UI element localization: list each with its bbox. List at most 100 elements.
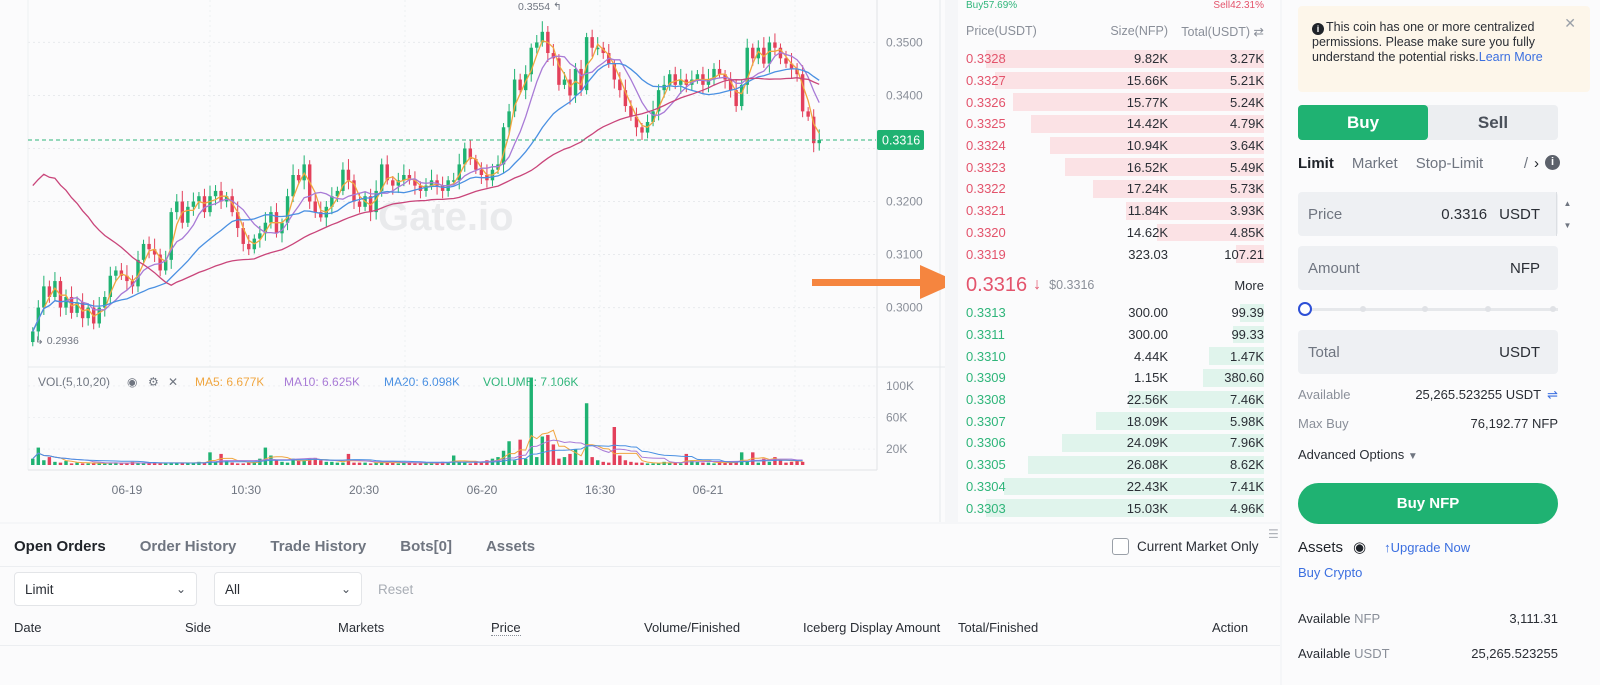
volume-bar: [64, 461, 68, 465]
ask-total: 5.24K: [1230, 94, 1264, 110]
eye-icon[interactable]: ◉: [1353, 538, 1366, 556]
side-value: All: [225, 581, 241, 597]
ask-row[interactable]: 0.3322 17.24K 5.73K: [958, 178, 1264, 200]
amount-field[interactable]: Amount NFP: [1298, 246, 1558, 290]
ask-price: 0.3328: [966, 51, 1006, 67]
increment-icon[interactable]: ▲: [1557, 192, 1578, 214]
order-type-select[interactable]: Limit ⌄: [14, 572, 197, 606]
col-total-finished: Total/Finished: [958, 620, 1039, 635]
volume-bar: [335, 462, 340, 465]
ask-row[interactable]: 0.3326 15.77K 5.24K: [958, 91, 1264, 113]
bid-row[interactable]: 0.3307 18.09K 5.98K: [958, 410, 1264, 432]
asset-label: Available: [1298, 611, 1351, 626]
volume-bar: [584, 403, 589, 465]
side-select[interactable]: All ⌄: [214, 572, 362, 606]
tab-bots[interactable]: Bots[0]: [400, 538, 452, 555]
candle-body: [296, 175, 301, 181]
bid-row[interactable]: 0.3311 300.00 99.33: [958, 324, 1264, 346]
bid-row[interactable]: 0.3309 1.15K 380.60: [958, 367, 1264, 389]
info-icon[interactable]: i: [1545, 155, 1560, 170]
buy-nfp-button[interactable]: Buy NFP: [1298, 483, 1558, 524]
chevron-right-icon[interactable]: ›: [1534, 155, 1539, 172]
slider-stop-100[interactable]: [1550, 306, 1556, 312]
tab-trade-history[interactable]: Trade History: [270, 538, 366, 555]
ask-row[interactable]: 0.3323 16.52K 5.49K: [958, 156, 1264, 178]
buy-crypto-link[interactable]: Buy Crypto: [1298, 565, 1362, 580]
candle-body: [191, 201, 196, 207]
tab-stop-limit[interactable]: Stop-Limit: [1416, 155, 1484, 172]
ask-row[interactable]: 0.3324 10.94K 3.64K: [958, 135, 1264, 157]
tab-limit[interactable]: Limit: [1298, 155, 1334, 172]
assets-header: Assets ◉ ↑Upgrade Now: [1298, 538, 1470, 557]
settings-icon: ⚙: [148, 375, 159, 389]
col-date: Date: [14, 620, 42, 635]
amount-slider[interactable]: [1298, 302, 1558, 316]
slider-track[interactable]: [1308, 308, 1558, 311]
tab-assets[interactable]: Assets: [486, 538, 535, 555]
volume-bar: [141, 463, 146, 465]
ask-row[interactable]: 0.3320 14.62K 4.85K: [958, 222, 1264, 244]
price-stepper[interactable]: ▲ ▼: [1556, 192, 1578, 236]
bid-row[interactable]: 0.3305 26.08K 8.62K: [958, 454, 1264, 476]
ask-price: 0.3323: [966, 159, 1006, 175]
candle-body: [213, 190, 218, 197]
col-price[interactable]: Price: [491, 620, 521, 636]
bid-row[interactable]: 0.3306 24.09K 7.96K: [958, 432, 1264, 454]
arrow-down-icon: ↓: [1033, 276, 1042, 293]
bid-row[interactable]: 0.3303 15.03K 4.96K: [958, 497, 1264, 519]
kline-svg[interactable]: 0.3500 0.3400 0.3200 0.3100 0.3000 Gate.io 0.3…: [0, 0, 945, 522]
bids-list: 0.3313 300.00 99.39 0.3311 300.00 99.33 0.3310…: [958, 302, 1264, 519]
ask-row[interactable]: 0.3325 14.42K 4.79K: [958, 113, 1264, 135]
volume-bar: [656, 463, 661, 465]
slider-stop-25[interactable]: [1360, 306, 1366, 312]
col-total[interactable]: Total(USDT) ⇄: [1168, 24, 1264, 39]
bid-total: 99.33: [1231, 327, 1264, 343]
kline-chart[interactable]: 0.3500 0.3400 0.3200 0.3100 0.3000 Gate.io 0.3…: [0, 0, 945, 522]
bid-row[interactable]: 0.3304 22.43K 7.41K: [958, 476, 1264, 498]
volume-legend-item: MA10: 6.625K: [284, 375, 360, 389]
ask-row[interactable]: 0.3327 15.66K 5.21K: [958, 70, 1264, 92]
bid-row[interactable]: 0.3308 22.56K 7.46K: [958, 389, 1264, 411]
tab-market[interactable]: Market: [1352, 155, 1398, 172]
slider-knob[interactable]: [1298, 302, 1312, 316]
price-value[interactable]: 0.3316: [1441, 206, 1487, 223]
volume-bar: [285, 462, 290, 465]
advanced-options[interactable]: Advanced Options ▼: [1298, 447, 1418, 462]
current-market-only-checkbox[interactable]: Current Market Only: [1112, 538, 1259, 555]
volume-bar: [640, 462, 644, 465]
reset-button[interactable]: Reset: [378, 582, 413, 597]
tab-order-history[interactable]: Order History: [140, 538, 237, 555]
bid-total: 7.41K: [1230, 478, 1264, 494]
upgrade-now-link[interactable]: ↑Upgrade Now: [1384, 540, 1470, 555]
sell-tab[interactable]: Sell: [1428, 105, 1558, 140]
volume-bar: [235, 463, 240, 465]
checkbox[interactable]: [1112, 538, 1129, 555]
close-icon[interactable]: ✕: [1564, 16, 1576, 31]
buy-tab[interactable]: Buy: [1298, 105, 1428, 140]
bid-row[interactable]: 0.3313 300.00 99.39: [958, 302, 1264, 324]
ask-row[interactable]: 0.3319 323.03 107.21: [958, 243, 1264, 265]
ask-row[interactable]: 0.3321 11.84K 3.93K: [958, 200, 1264, 222]
slider-stop-75[interactable]: [1485, 306, 1491, 312]
bid-price: 0.3307: [966, 413, 1006, 429]
total-field[interactable]: Total USDT: [1298, 330, 1558, 374]
tab-more[interactable]: /: [1524, 155, 1528, 172]
volume-bar: [230, 462, 234, 465]
transfer-icon[interactable]: ⇌: [1547, 387, 1558, 403]
ask-price: 0.3327: [966, 73, 1006, 89]
current-price-tag: 0.3316: [882, 134, 920, 148]
bid-size: 26.08K: [1126, 457, 1168, 473]
tab-open-orders[interactable]: Open Orders: [14, 538, 106, 555]
swap-icon[interactable]: ⇄: [1254, 25, 1264, 39]
decrement-icon[interactable]: ▼: [1557, 214, 1578, 236]
price-field[interactable]: Price 0.3316 USDT ▲ ▼: [1298, 192, 1571, 236]
volume-bar: [42, 460, 46, 465]
volume-bar: [263, 447, 268, 465]
volume-bar: [163, 463, 168, 465]
ask-row[interactable]: 0.3328 9.82K 3.27K: [958, 48, 1264, 70]
learn-more-link[interactable]: Learn More: [1479, 50, 1543, 64]
bid-row[interactable]: 0.3310 4.44K 1.47K: [958, 345, 1264, 367]
more-link[interactable]: More: [1234, 278, 1264, 293]
slider-stop-50[interactable]: [1422, 306, 1428, 312]
drag-handle-icon[interactable]: ☰: [1268, 527, 1279, 541]
